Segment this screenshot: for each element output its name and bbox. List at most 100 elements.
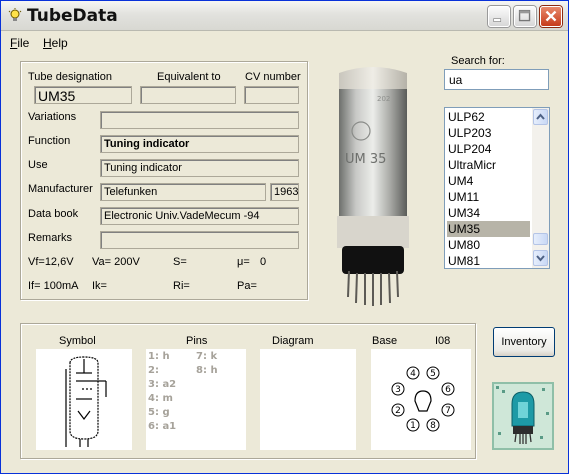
- manufacturer-field[interactable]: Telefunken: [100, 183, 266, 201]
- use-field[interactable]: Tuning indicator: [100, 159, 299, 177]
- databook-label: Data book: [28, 208, 79, 220]
- remarks-field[interactable]: [100, 231, 299, 249]
- base-pin: 1: [406, 418, 420, 432]
- list-item[interactable]: UM81: [447, 253, 530, 268]
- base-pin: 3: [391, 382, 405, 396]
- function-field[interactable]: Tuning indicator: [100, 135, 299, 153]
- base-pinout-drawing: 1 2 3 4 5 6 7 8: [391, 366, 455, 432]
- svg-text:1: 1: [410, 421, 416, 431]
- list-item[interactable]: ULP204: [447, 141, 530, 157]
- svg-text:5: 5: [430, 369, 436, 379]
- equivalent-label: Equivalent to: [157, 71, 221, 83]
- base-pin: 5: [426, 366, 440, 380]
- maximize-icon: [518, 9, 531, 22]
- main-window: TubeData File Help Tube designation Equi…: [0, 0, 569, 474]
- window-title: TubeData: [27, 6, 118, 26]
- diagram-box: [260, 349, 356, 450]
- mu-label: μ=: [237, 256, 250, 268]
- svg-text:6: 6: [445, 385, 451, 395]
- menu-bar: File Help: [1, 32, 568, 52]
- base-pin: 2: [391, 403, 405, 417]
- menu-help-label: elp: [51, 36, 68, 50]
- app-logo: [492, 382, 554, 450]
- function-label: Function: [28, 135, 71, 147]
- variations-field[interactable]: [100, 111, 299, 129]
- list-item[interactable]: ULP62: [447, 109, 530, 125]
- pin-label: 5: g: [148, 407, 170, 418]
- menu-help[interactable]: Help: [43, 36, 68, 50]
- inventory-button[interactable]: Inventory: [493, 327, 555, 357]
- vf-value: Vf=12,6V: [28, 256, 74, 268]
- va-value: Va= 200V: [92, 256, 140, 268]
- pin-label: 2:: [148, 365, 159, 376]
- base-box: 1 2 3 4 5 6 7 8: [371, 349, 471, 450]
- tube-designation-field[interactable]: UM35: [34, 86, 132, 104]
- base-pin: 4: [406, 366, 420, 380]
- vertical-scrollbar[interactable]: [532, 108, 549, 268]
- list-item-selected[interactable]: UM35: [447, 221, 530, 237]
- results-list[interactable]: ULP62 ULP203 ULP204 UltraMicr UM4 UM11 U…: [444, 107, 550, 269]
- list-item[interactable]: UM80: [447, 237, 530, 253]
- svg-text:7: 7: [445, 406, 451, 416]
- list-item[interactable]: ULP203: [447, 125, 530, 141]
- manufacturer-label: Manufacturer: [28, 183, 93, 195]
- maximize-button[interactable]: [514, 6, 536, 27]
- cv-number-label: CV number: [245, 71, 301, 83]
- minimize-button[interactable]: [488, 6, 510, 27]
- remarks-label: Remarks: [28, 232, 73, 244]
- scroll-down-button[interactable]: [533, 250, 548, 266]
- tube-symbol-drawing: [65, 356, 107, 447]
- close-icon: [545, 10, 557, 22]
- if-value: If= 100mA: [28, 280, 79, 292]
- tube-designation-label: Tube designation: [28, 71, 112, 83]
- tube-photo: UM 35 202: [315, 61, 432, 309]
- list-item[interactable]: UM4: [447, 173, 530, 189]
- pin-label: 4: m: [148, 393, 173, 404]
- list-item[interactable]: UltraMicr: [447, 157, 530, 173]
- chevron-down-icon: [536, 255, 545, 262]
- lightbulb-icon: [8, 8, 22, 21]
- ri-value: Ri=: [173, 280, 190, 292]
- ik-value: Ik=: [92, 280, 107, 292]
- menu-help-mnemonic: H: [43, 36, 52, 50]
- pin-label: 6: a1: [148, 421, 177, 432]
- chevron-up-icon: [536, 113, 545, 120]
- year-field[interactable]: 1963: [270, 183, 299, 201]
- scroll-up-button[interactable]: [533, 109, 548, 125]
- equivalent-field[interactable]: [140, 86, 236, 104]
- list-item[interactable]: UM34: [447, 205, 530, 221]
- pins-label: Pins: [186, 335, 208, 347]
- pin-label: 3: a2: [148, 379, 177, 390]
- databook-field[interactable]: Electronic Univ.VadeMecum -94: [100, 207, 299, 225]
- close-button[interactable]: [540, 6, 562, 27]
- cv-number-field[interactable]: [244, 86, 299, 104]
- svg-text:2: 2: [395, 406, 401, 416]
- scroll-thumb[interactable]: [533, 233, 548, 245]
- base-type: I08: [435, 335, 451, 347]
- svg-text:3: 3: [395, 385, 401, 395]
- pin-label: 8: h: [196, 365, 218, 376]
- symbol-label: Symbol: [59, 335, 96, 347]
- base-label: Base: [372, 335, 398, 347]
- list-item[interactable]: UM11: [447, 189, 530, 205]
- base-pin: 7: [441, 403, 455, 417]
- pins-box: 1: h 2: 3: a2 4: m 5: g 6: a1 7: k 8: h: [146, 349, 246, 450]
- search-input[interactable]: ua: [444, 69, 549, 90]
- svg-text:4: 4: [410, 369, 416, 379]
- base-pin: 8: [426, 418, 440, 432]
- pin-label: 1: h: [148, 351, 170, 362]
- search-label: Search for:: [451, 55, 505, 67]
- use-label: Use: [28, 159, 48, 171]
- diagram-label: Diagram: [272, 335, 314, 347]
- svg-text:8: 8: [430, 421, 436, 431]
- pa-value: Pa=: [237, 280, 257, 292]
- menu-file-label: ile: [17, 36, 30, 50]
- minimize-icon: [493, 18, 502, 22]
- svg-text:202: 202: [377, 95, 390, 103]
- base-pin: 6: [441, 382, 455, 396]
- pin-label: 7: k: [196, 351, 218, 362]
- title-bar[interactable]: TubeData: [1, 1, 568, 31]
- symbol-box: [36, 349, 132, 450]
- menu-file[interactable]: File: [10, 36, 29, 50]
- s-value: S=: [173, 256, 187, 268]
